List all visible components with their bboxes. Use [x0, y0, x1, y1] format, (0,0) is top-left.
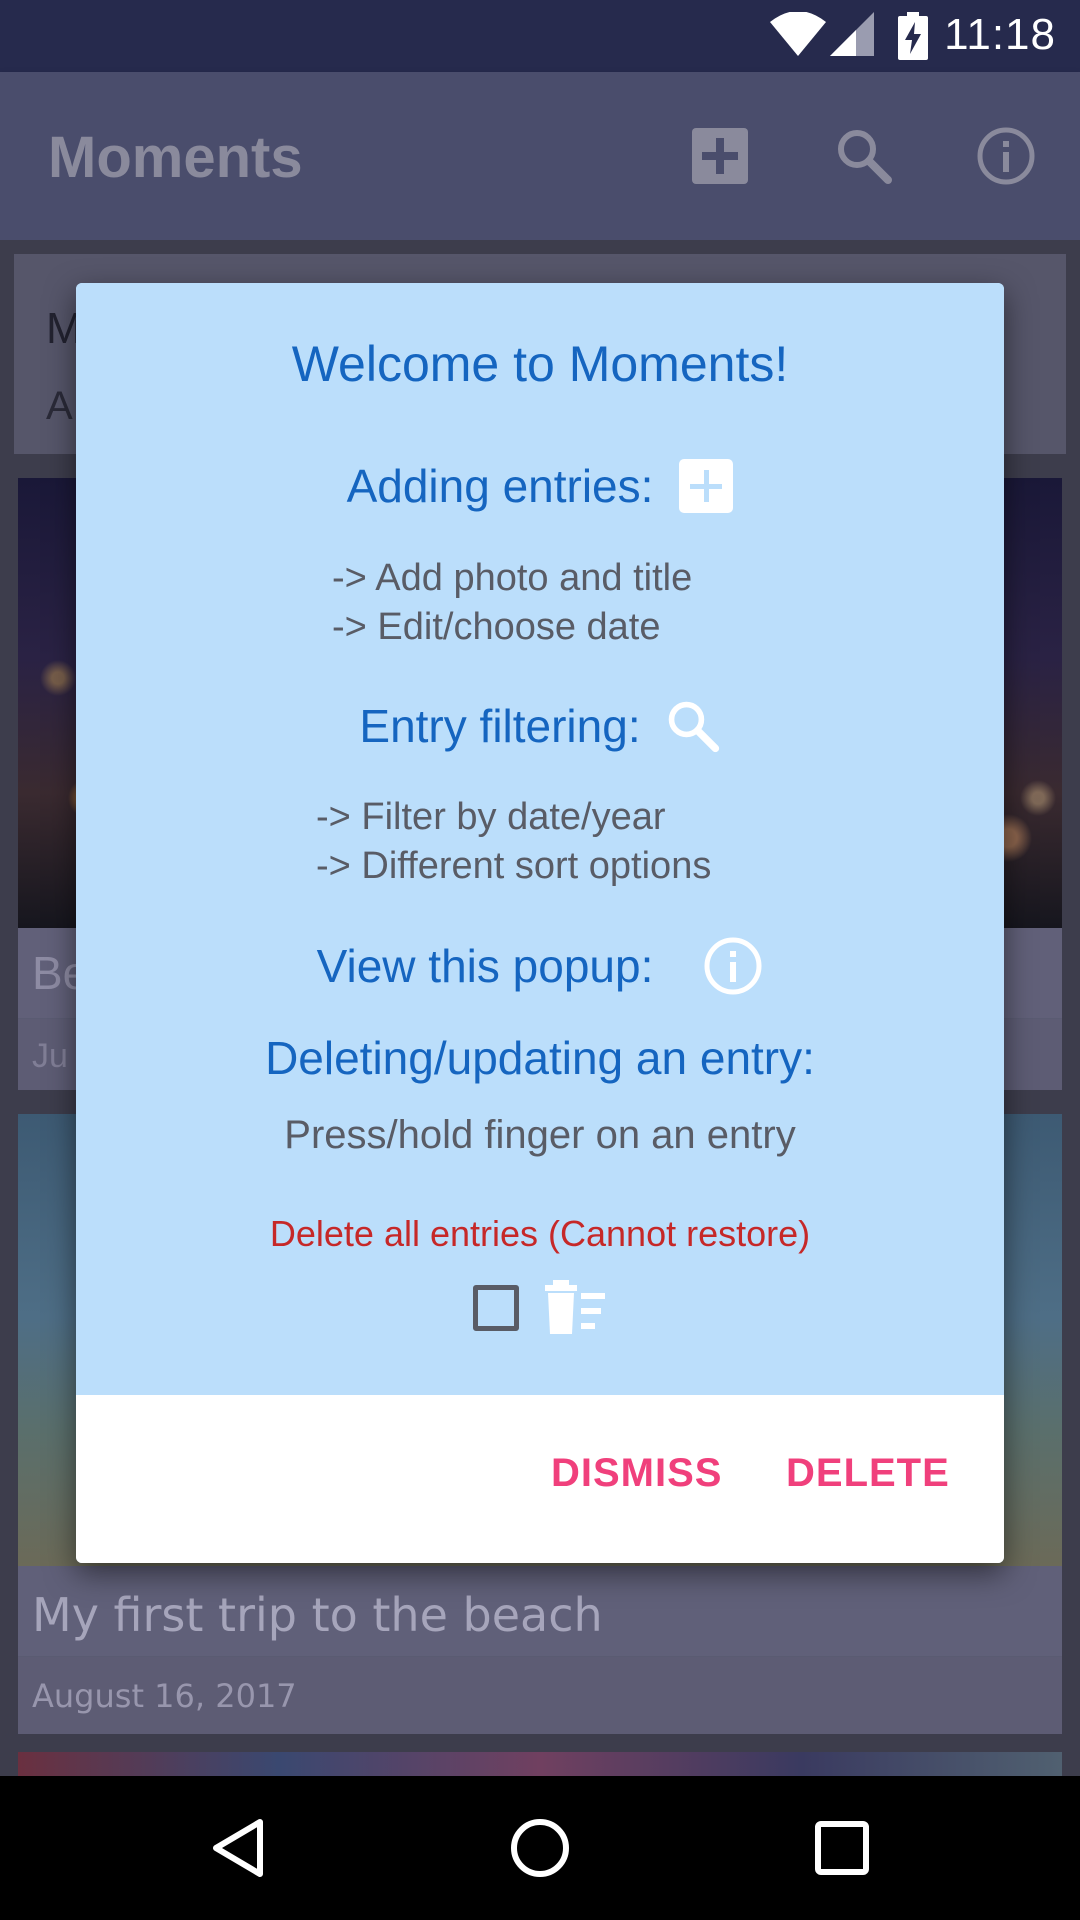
entry-date: August 16, 2017 [32, 1677, 297, 1715]
entry-filtering-row: Entry filtering: [76, 691, 1004, 761]
entry-title: My first trip to the beach [32, 1588, 603, 1642]
search-icon [668, 701, 719, 753]
delete-sweep-icon [545, 1280, 605, 1334]
welcome-dialog: Welcome to Moments! Adding entries: -> A… [76, 283, 1004, 1563]
list-item: -> Add photo and title [332, 557, 693, 599]
adding-entries-row: Adding entries: [76, 451, 1004, 521]
view-popup-heading: View this popup: [316, 940, 654, 992]
list-item[interactable] [18, 1752, 1062, 1776]
app-title: Moments [48, 125, 303, 190]
view-popup-row: View this popup: [76, 931, 1004, 1001]
app-bar: Moments [0, 72, 1080, 240]
entry-filtering-heading: Entry filtering: [359, 700, 641, 752]
list-item: -> Filter by date/year [316, 796, 666, 838]
list-item: -> Different sort options [316, 845, 712, 887]
deleting-instructions: Press/hold finger on an entry [284, 1113, 796, 1157]
entry-title-band: My first trip to the beach [18, 1566, 1062, 1656]
delete-all-row [76, 1273, 1004, 1343]
dialog-body: Welcome to Moments! Adding entries: -> A… [76, 283, 1004, 1395]
deleting-updating-heading: Deleting/updating an entry: [265, 1032, 815, 1084]
add-icon [679, 459, 734, 513]
entry-date: Ju [32, 1037, 68, 1075]
info-icon [704, 937, 762, 995]
dialog-title: Welcome to Moments! [291, 336, 789, 392]
dialog-actions: DISMISS DELETE [76, 1395, 1004, 1563]
back-icon[interactable] [208, 1816, 272, 1880]
status-bar: 11:18 [0, 0, 1080, 72]
adding-entries-list: -> Add photo and title -> Edit/choose da… [332, 554, 692, 652]
delete-all-checkbox[interactable] [473, 1285, 519, 1331]
recents-icon[interactable] [810, 1816, 874, 1880]
delete-all-warning: Delete all entries (Cannot restore) [269, 1213, 811, 1254]
entry-subtitle: A [46, 384, 73, 428]
add-entry-icon[interactable] [690, 126, 750, 186]
list-item: -> Edit/choose date [332, 606, 661, 648]
entry-filtering-list: -> Filter by date/year -> Different sort… [316, 793, 711, 891]
clock: 11:18 [944, 10, 1056, 59]
search-icon[interactable] [834, 126, 894, 186]
navigation-bar [0, 1776, 1080, 1920]
battery-charging-icon [898, 12, 928, 60]
home-icon[interactable] [508, 1816, 572, 1880]
wifi-icon [770, 12, 826, 56]
entry-date-band: August 16, 2017 [18, 1657, 1062, 1734]
signal-icon [830, 12, 874, 56]
adding-entries-heading: Adding entries: [346, 460, 654, 512]
delete-button[interactable]: DELETE [786, 1451, 950, 1496]
info-icon[interactable] [976, 126, 1036, 186]
dismiss-button[interactable]: DISMISS [551, 1451, 722, 1496]
